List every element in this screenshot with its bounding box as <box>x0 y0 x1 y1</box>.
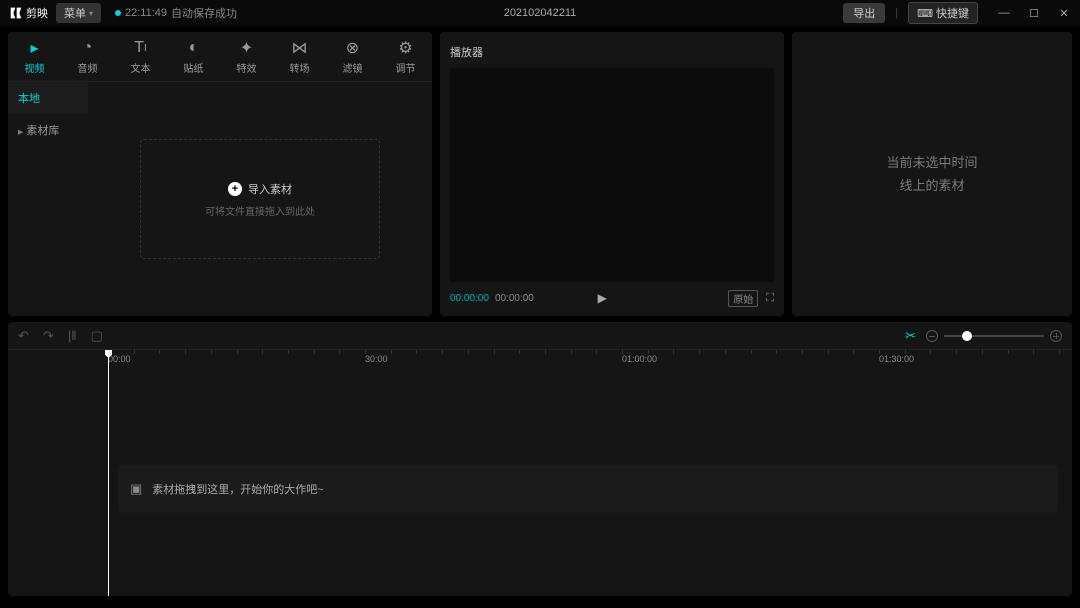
ruler-tick: 30:00 <box>365 354 388 364</box>
sticker-icon: ◐ <box>189 38 199 58</box>
video-icon: ▸ <box>30 38 38 58</box>
redo-button[interactable]: ↷ <box>43 328 54 344</box>
minimize-button[interactable]: — <box>996 7 1012 20</box>
title-bar: 剪映 菜单 ▾ 22:11:49 自动保存成功 202102042211 导出 … <box>0 0 1080 26</box>
inspector-panel: 当前未选中时间 线上的素材 <box>792 32 1072 316</box>
player-title: 播放器 <box>450 40 774 68</box>
media-panel: ▸视频 ◔音频 TI文本 ◐贴纸 ✦特效 ⋈转场 ⊗滤镜 ⚙调节 本地 ▶素材库… <box>8 32 432 316</box>
timecode-duration: 00:00:00 <box>495 293 534 304</box>
ruler-tick: 01:30:00 <box>879 354 914 364</box>
adjust-icon: ⚙ <box>398 38 412 58</box>
filter-icon: ⊗ <box>346 38 359 58</box>
menu-button[interactable]: 菜单 ▾ <box>56 3 101 23</box>
status-dot-icon <box>115 10 121 16</box>
tab-text[interactable]: TI文本 <box>114 32 167 81</box>
tab-fx[interactable]: ✦特效 <box>220 32 273 81</box>
chevron-right-icon: ▶ <box>18 129 23 136</box>
separator: | <box>895 7 898 19</box>
tab-adjust[interactable]: ⚙调节 <box>379 32 432 81</box>
keyboard-icon: ⌨ <box>917 7 933 20</box>
shortcut-button[interactable]: ⌨ 快捷键 <box>908 2 978 24</box>
tab-audio[interactable]: ◔音频 <box>61 32 114 81</box>
timeline-ruler[interactable]: 00:00 30:00 01:00:00 01:30:00 <box>108 350 1072 370</box>
plus-icon: + <box>228 182 242 196</box>
play-button[interactable]: ▶ <box>598 291 607 305</box>
player-panel: 播放器 00:00:00 00:00:00 ▶ 原始 ⛶ <box>440 32 784 316</box>
app-logo: 剪映 <box>8 5 48 21</box>
tab-filter[interactable]: ⊗滤镜 <box>326 32 379 81</box>
clip-icon: ▣ <box>130 481 142 497</box>
autosave-status: 22:11:49 自动保存成功 <box>115 5 237 21</box>
ruler-tick: 01:00:00 <box>622 354 657 364</box>
zoom-thumb[interactable] <box>962 331 972 341</box>
track-hint: 素材拖拽到这里，开始你的大作吧~ <box>152 481 323 497</box>
delete-button[interactable]: ▢ <box>91 328 103 344</box>
import-hint: 可将文件直接拖入到此处 <box>205 203 315 218</box>
maximize-button[interactable]: ☐ <box>1026 7 1042 20</box>
zoom-slider[interactable] <box>944 335 1044 337</box>
import-dropzone[interactable]: + 导入素材 可将文件直接拖入到此处 <box>140 139 380 259</box>
tab-video[interactable]: ▸视频 <box>8 32 61 81</box>
inspector-empty-text: 当前未选中时间 线上的素材 <box>886 151 977 198</box>
player-viewport[interactable] <box>450 68 774 282</box>
chevron-down-icon: ▾ <box>89 9 93 18</box>
timeline-body[interactable]: 00:00 30:00 01:00:00 01:30:00 ▣ 素材拖拽到这里，… <box>8 350 1072 596</box>
tab-transition[interactable]: ⋈转场 <box>273 32 326 81</box>
close-button[interactable]: ✕ <box>1056 7 1072 20</box>
timecode-current: 00:00:00 <box>450 293 489 304</box>
zoom-in-button[interactable] <box>1050 330 1062 342</box>
logo-icon <box>8 5 24 21</box>
zoom-out-button[interactable] <box>926 330 938 342</box>
app-name: 剪映 <box>26 5 48 21</box>
timeline-panel: ↶ ↷ |‖ ▢ ✂ 00:00 30:00 01:00:00 01:30:00… <box>8 322 1072 596</box>
tab-sticker[interactable]: ◐贴纸 <box>167 32 220 81</box>
original-ratio-button[interactable]: 原始 <box>728 290 758 307</box>
fx-icon: ✦ <box>240 38 253 58</box>
audio-icon: ◔ <box>83 38 93 58</box>
sidebar-item-local[interactable]: 本地 <box>8 82 88 114</box>
transition-icon: ⋈ <box>292 38 308 58</box>
export-button[interactable]: 导出 <box>843 3 885 23</box>
timeline-toolbar: ↶ ↷ |‖ ▢ ✂ <box>8 322 1072 350</box>
project-title: 202102042211 <box>504 7 577 19</box>
snap-icon[interactable]: ✂ <box>905 328 916 344</box>
text-icon: TI <box>134 38 147 58</box>
split-button[interactable]: |‖ <box>68 328 77 343</box>
media-sidebar: 本地 ▶素材库 <box>8 82 88 316</box>
playhead[interactable] <box>108 350 109 596</box>
undo-button[interactable]: ↶ <box>18 328 29 344</box>
tool-tabs: ▸视频 ◔音频 TI文本 ◐贴纸 ✦特效 ⋈转场 ⊗滤镜 ⚙调节 <box>8 32 432 82</box>
ruler-tick: 00:00 <box>108 354 131 364</box>
fullscreen-icon[interactable]: ⛶ <box>766 292 774 305</box>
sidebar-item-library[interactable]: ▶素材库 <box>8 114 88 146</box>
import-label: 导入素材 <box>248 181 292 197</box>
video-track[interactable]: ▣ 素材拖拽到这里，开始你的大作吧~ <box>118 465 1058 513</box>
